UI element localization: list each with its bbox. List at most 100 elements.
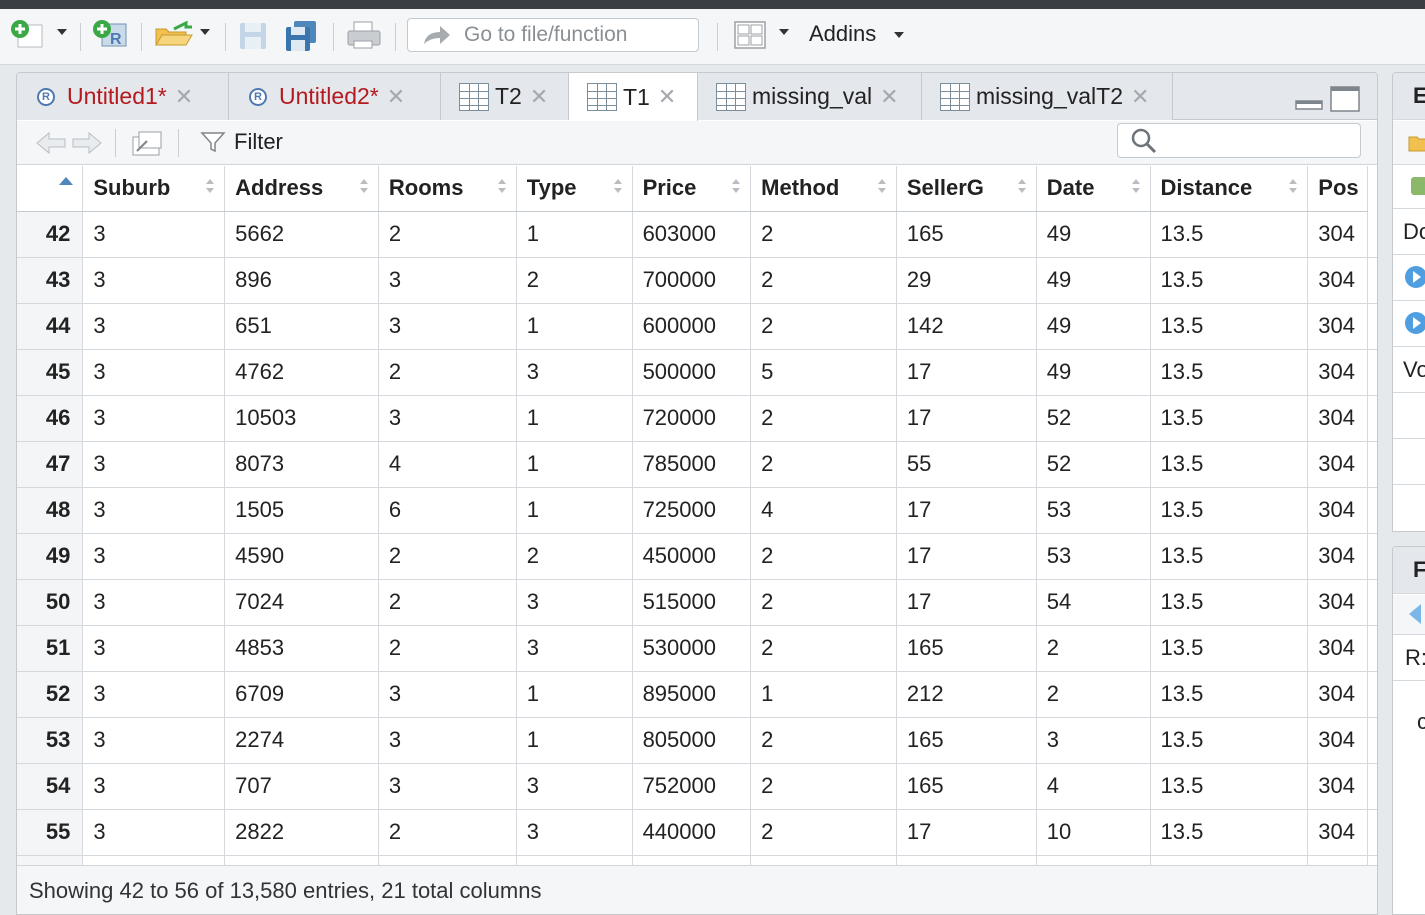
tab-t1[interactable]: T1 ✕ <box>569 73 698 121</box>
table-cell[interactable]: 304 <box>1307 625 1368 672</box>
row-number-header[interactable] <box>17 166 84 212</box>
save-button[interactable] <box>236 19 270 51</box>
close-icon[interactable]: ✕ <box>1131 84 1149 110</box>
table-cell[interactable]: 3 <box>82 487 226 534</box>
table-cell[interactable]: 600000 <box>632 303 752 350</box>
table-cell[interactable]: 2 <box>750 441 897 488</box>
table-cell[interactable]: 2 <box>378 211 517 258</box>
table-cell[interactable]: 700000 <box>632 257 752 304</box>
tab-missing-valt2[interactable]: missing_valT2 ✕ <box>922 73 1173 120</box>
table-cell[interactable]: 17 <box>896 809 1037 856</box>
table-cell[interactable]: 3 <box>378 763 517 810</box>
table-cell[interactable]: 1 <box>750 671 897 718</box>
addins-menu[interactable]: Addins <box>809 21 905 47</box>
table-cell[interactable]: 2 <box>378 349 517 396</box>
new-file-button[interactable] <box>8 19 48 49</box>
table-cell[interactable]: 13.5 <box>1150 809 1309 856</box>
table-cell[interactable]: 304 <box>1307 809 1368 856</box>
table-cell[interactable]: 3 <box>378 257 517 304</box>
table-cell[interactable]: 165 <box>896 763 1037 810</box>
table-cell[interactable]: 2 <box>750 303 897 350</box>
table-cell[interactable]: 304 <box>1307 671 1368 718</box>
table-cell[interactable]: 3 <box>82 763 226 810</box>
search-input[interactable] <box>1117 123 1361 158</box>
table-cell[interactable]: 10 <box>1036 809 1151 856</box>
close-icon[interactable]: ✕ <box>658 84 676 110</box>
files-pane-header[interactable]: F <box>1393 547 1425 594</box>
column-header[interactable]: Address <box>224 166 379 212</box>
tab-missing-val[interactable]: missing_val ✕ <box>698 73 922 120</box>
table-cell[interactable]: 13.5 <box>1150 395 1309 442</box>
table-cell[interactable]: 13.5 <box>1150 257 1309 304</box>
go-to-file-input[interactable]: Go to file/function <box>407 18 699 52</box>
save-all-button[interactable] <box>282 19 320 51</box>
table-cell[interactable]: 2 <box>750 809 897 856</box>
table-cell[interactable]: 2 <box>1036 671 1151 718</box>
table-cell[interactable]: 3 <box>82 717 226 764</box>
column-header[interactable]: Distance <box>1150 166 1309 212</box>
print-button[interactable] <box>344 19 384 51</box>
load-workspace-button[interactable] <box>1393 121 1425 165</box>
column-header[interactable]: Type <box>516 166 633 212</box>
table-cell[interactable]: 4 <box>1036 763 1151 810</box>
environment-item[interactable]: Do <box>1393 209 1425 255</box>
table-cell[interactable]: 53 <box>1036 533 1151 580</box>
table-cell[interactable]: 896 <box>224 257 379 304</box>
table-cell[interactable]: 3 <box>378 303 517 350</box>
tab-untitled2[interactable]: R Untitled2* ✕ <box>229 73 441 120</box>
table-cell[interactable]: 13.5 <box>1150 625 1309 672</box>
table-cell[interactable]: 29 <box>896 257 1037 304</box>
table-cell[interactable]: 2 <box>750 763 897 810</box>
table-cell[interactable]: 3 <box>82 579 226 626</box>
table-cell[interactable]: 304 <box>1307 533 1368 580</box>
table-cell[interactable]: 165 <box>896 211 1037 258</box>
table-cell[interactable]: 3 <box>516 625 633 672</box>
table-cell[interactable]: 304 <box>1307 257 1368 304</box>
table-cell[interactable]: 13.5 <box>1150 763 1309 810</box>
table-cell[interactable]: 4590 <box>224 533 379 580</box>
column-header[interactable]: Rooms <box>378 166 517 212</box>
table-cell[interactable]: 13.5 <box>1150 717 1309 764</box>
table-cell[interactable]: 13.5 <box>1150 487 1309 534</box>
table-cell[interactable]: 304 <box>1307 211 1368 258</box>
table-cell[interactable]: 13.5 <box>1150 349 1309 396</box>
table-cell[interactable]: 17 <box>896 579 1037 626</box>
table-cell[interactable]: 450000 <box>632 533 752 580</box>
table-cell[interactable]: 3 <box>82 303 226 350</box>
table-cell[interactable]: 1 <box>516 671 633 718</box>
column-header[interactable]: Price <box>632 166 752 212</box>
table-cell[interactable]: 3 <box>516 809 633 856</box>
table-cell[interactable]: 3 <box>82 211 226 258</box>
table-cell[interactable]: 2 <box>750 257 897 304</box>
table-cell[interactable]: 304 <box>1307 579 1368 626</box>
back-button[interactable] <box>35 129 69 157</box>
table-cell[interactable]: 13.5 <box>1150 579 1309 626</box>
table-cell[interactable]: 7024 <box>224 579 379 626</box>
table-cell[interactable]: 3 <box>378 717 517 764</box>
environment-row[interactable] <box>1393 255 1425 301</box>
table-cell[interactable]: 2 <box>750 395 897 442</box>
table-cell[interactable]: 500000 <box>632 349 752 396</box>
table-cell[interactable]: 4 <box>750 487 897 534</box>
table-cell[interactable]: 2 <box>516 257 633 304</box>
table-cell[interactable]: 3 <box>82 671 226 718</box>
table-cell[interactable]: 1 <box>516 395 633 442</box>
table-cell[interactable]: 603000 <box>632 211 752 258</box>
open-file-button[interactable] <box>152 19 196 49</box>
table-cell[interactable]: 720000 <box>632 395 752 442</box>
table-cell[interactable]: 2 <box>750 579 897 626</box>
table-cell[interactable]: 2 <box>516 533 633 580</box>
table-cell[interactable]: 17 <box>896 395 1037 442</box>
tab-untitled1[interactable]: R Untitled1* ✕ <box>17 73 229 120</box>
table-cell[interactable]: 3 <box>82 441 226 488</box>
table-cell[interactable]: 304 <box>1307 441 1368 488</box>
table-cell[interactable]: 3 <box>516 579 633 626</box>
close-icon[interactable]: ✕ <box>530 84 548 110</box>
close-icon[interactable]: ✕ <box>175 84 193 110</box>
table-cell[interactable]: 3 <box>516 763 633 810</box>
table-cell[interactable]: 725000 <box>632 487 752 534</box>
table-cell[interactable]: 2 <box>1036 625 1151 672</box>
table-cell[interactable]: 3 <box>1036 717 1151 764</box>
table-cell[interactable]: 2 <box>378 579 517 626</box>
close-icon[interactable]: ✕ <box>880 84 898 110</box>
